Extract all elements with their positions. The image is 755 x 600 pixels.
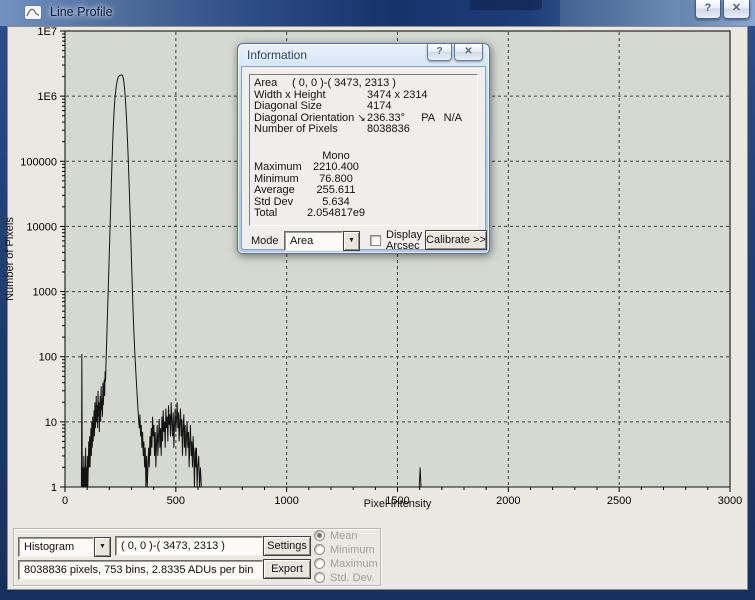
stat-radio-maximum: Maximum	[314, 557, 378, 570]
info-row: Diagonal Size4174	[254, 101, 474, 113]
svg-text:1E7: 1E7	[37, 27, 57, 38]
svg-text:10: 10	[45, 417, 57, 429]
dialog-content: Area( 0, 0 )-( 3473, 2313 )Width x Heigh…	[241, 66, 486, 250]
y-axis-title: Number of Pixels	[4, 31, 18, 487]
information-dialog: Information ? ✕ Area( 0, 0 )-( 3473, 231…	[237, 43, 490, 254]
display-in-arcsec-checkbox[interactable]	[370, 235, 381, 246]
info-row: Area( 0, 0 )-( 3473, 2313 )	[254, 78, 474, 90]
mode-value: Area	[284, 231, 343, 251]
chevron-down-icon[interactable]: ▼	[343, 231, 360, 251]
background-window-artifact	[560, 0, 680, 26]
statistics-box: Area( 0, 0 )-( 3473, 2313 )Width x Heigh…	[249, 74, 478, 226]
stat-radio-group: Mean Minimum Maximum Std. Dev.	[314, 529, 378, 585]
window-title: Line Profile	[50, 5, 113, 19]
stat-radio-mean: Mean	[314, 529, 378, 542]
mode-row: Mode Area ▼ Display in Arcsec Calibrate …	[242, 230, 485, 252]
radio-icon	[314, 558, 325, 569]
calibrate-button[interactable]: Calibrate >>	[425, 230, 487, 250]
radio-icon	[314, 544, 325, 555]
stats-row: Maximum2210.400	[254, 162, 474, 174]
settings-button[interactable]: Settings	[263, 536, 311, 556]
histogram-info-field[interactable]: 8038836 pixels, 753 bins, 2.8335 ADUs pe…	[18, 560, 263, 580]
dialog-title: Information	[247, 48, 307, 62]
svg-text:100000: 100000	[20, 156, 57, 168]
background-window-artifact	[470, 0, 542, 10]
stats-row: Average255.611	[254, 185, 474, 197]
svg-text:10000: 10000	[26, 221, 57, 233]
svg-text:1000: 1000	[33, 287, 57, 299]
mode-label: Mode	[251, 235, 279, 247]
svg-text:100: 100	[39, 352, 57, 364]
svg-text:1E6: 1E6	[37, 91, 57, 103]
radio-icon	[314, 530, 325, 541]
stat-radio-minimum: Minimum	[314, 543, 378, 556]
titlebar[interactable]: Line Profile ? ✕	[0, 0, 755, 26]
export-button[interactable]: Export	[263, 559, 311, 579]
radio-label: Minimum	[330, 544, 375, 556]
x-axis-title: Pixel Intensity	[65, 498, 730, 510]
diagonal-arrow-icon: ↘	[357, 113, 365, 124]
client-area: 1101001000100001000001E61E70500100015002…	[7, 26, 748, 590]
radio-label: Mean	[330, 530, 358, 542]
chevron-down-icon[interactable]: ▼	[94, 537, 111, 557]
line-profile-window: Line Profile ? ✕ 1 10 100 1000 10000 100000 1E…	[0, 0, 755, 600]
mode-combobox[interactable]: Area ▼	[284, 231, 360, 251]
stat-radio-std-dev: Std. Dev.	[314, 571, 378, 584]
svg-text:1: 1	[51, 482, 57, 494]
dialog-close-button[interactable]: ✕	[454, 44, 483, 61]
dialog-help-button[interactable]: ?	[427, 44, 452, 61]
window-close-button[interactable]: ✕	[723, 0, 750, 19]
radio-label: Maximum	[330, 558, 378, 570]
display-type-value: Histogram	[18, 537, 94, 557]
display-type-combobox[interactable]: Histogram ▼	[18, 537, 111, 557]
region-coordinates-field[interactable]: ( 0, 0 )-( 3473, 2313 )	[115, 536, 263, 556]
radio-icon	[314, 572, 325, 583]
stats-row: Total2.054817e9	[254, 208, 474, 220]
app-icon	[24, 5, 42, 20]
info-row: Number of Pixels8038836	[254, 124, 474, 136]
radio-label: Std. Dev.	[330, 572, 374, 584]
window-help-button[interactable]: ?	[695, 0, 721, 19]
